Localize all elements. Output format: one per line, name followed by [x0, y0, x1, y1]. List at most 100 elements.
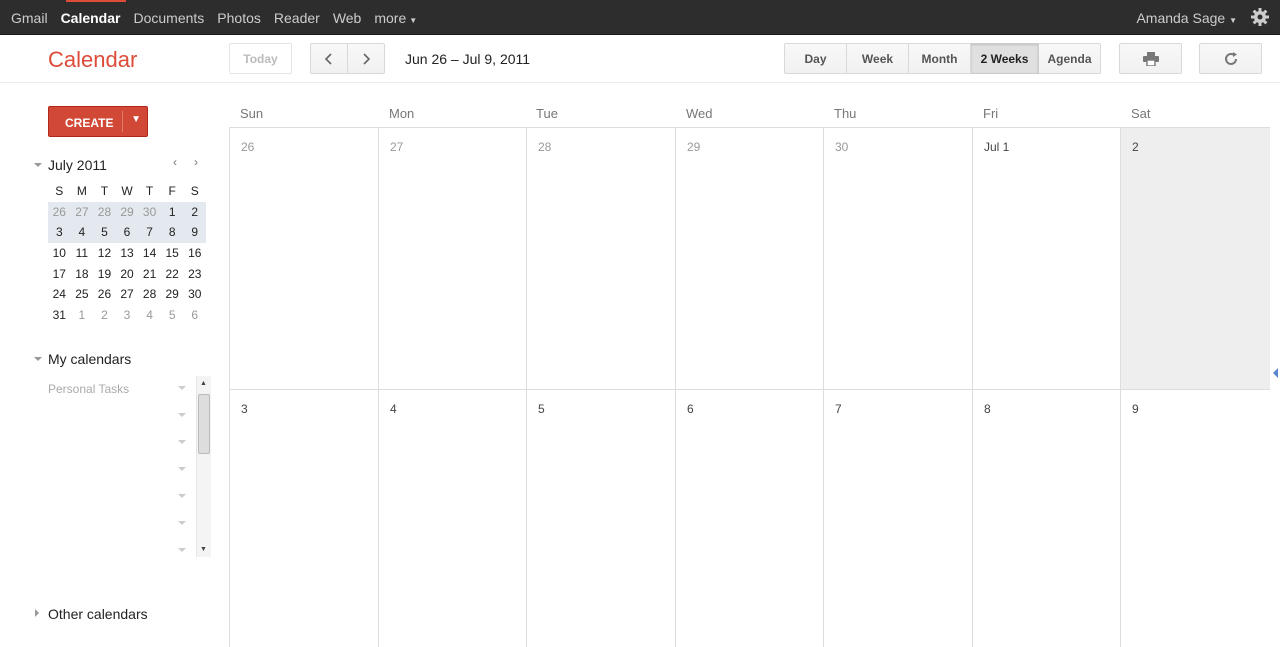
dropdown-arrow-icon[interactable]	[178, 440, 186, 444]
day-number[interactable]: 6	[687, 402, 694, 416]
nav-calendar[interactable]: Calendar	[61, 10, 121, 26]
refresh-button[interactable]	[1199, 43, 1262, 74]
mini-calendar-day[interactable]: 14	[138, 243, 161, 264]
mini-calendar-day[interactable]: 23	[183, 264, 206, 285]
mini-calendar-day[interactable]: 15	[161, 243, 184, 264]
mini-calendar-day[interactable]: 25	[71, 284, 94, 305]
mini-calendar-day[interactable]: 30	[183, 284, 206, 305]
mini-calendar-day[interactable]: 2	[93, 305, 116, 326]
chevron-right-icon[interactable]: ›	[194, 155, 198, 169]
caret-down-icon[interactable]: ▼	[131, 114, 141, 125]
nav-web[interactable]: Web	[333, 10, 362, 26]
mini-calendar-day[interactable]: 6	[183, 305, 206, 326]
grid-frame[interactable]	[229, 127, 1270, 647]
mini-calendar-day[interactable]: 26	[48, 202, 71, 223]
side-panel-toggle-icon[interactable]	[1273, 368, 1278, 378]
dropdown-arrow-icon[interactable]	[178, 386, 186, 390]
dropdown-arrow-icon[interactable]	[178, 467, 186, 471]
mini-calendar-day[interactable]: 31	[48, 305, 71, 326]
day-number[interactable]: Jul 1	[984, 140, 1009, 154]
mini-calendar-day[interactable]: 18	[71, 264, 94, 285]
mini-calendar-day[interactable]: 22	[161, 264, 184, 285]
dropdown-arrow-icon[interactable]	[178, 494, 186, 498]
mini-calendar-day[interactable]: 10	[48, 243, 71, 264]
nav-gmail[interactable]: Gmail	[11, 10, 48, 26]
mini-calendar-day[interactable]: 12	[93, 243, 116, 264]
day-number[interactable]: 7	[835, 402, 842, 416]
collapse-triangle-icon[interactable]	[34, 357, 42, 361]
user-menu[interactable]: Amanda Sage ▼	[1136, 10, 1237, 26]
mini-calendar-day[interactable]: 21	[138, 264, 161, 285]
other-calendars-title[interactable]: Other calendars	[48, 606, 148, 622]
previous-period-button[interactable]	[310, 43, 348, 74]
mini-calendar-day[interactable]: 5	[161, 305, 184, 326]
my-calendars-title[interactable]: My calendars	[48, 351, 131, 367]
mini-calendar-day[interactable]: 11	[71, 243, 94, 264]
mini-calendar-day[interactable]: 6	[116, 222, 139, 243]
day-number[interactable]: 30	[835, 140, 848, 154]
day-number[interactable]: 3	[241, 402, 248, 416]
mini-calendar-day[interactable]: 1	[71, 305, 94, 326]
mini-calendar-day[interactable]: 4	[138, 305, 161, 326]
mini-calendar-day[interactable]: 4	[71, 222, 94, 243]
calendar-list-scrollbar[interactable]: ▲ ▼	[196, 376, 211, 557]
dropdown-arrow-icon[interactable]	[178, 413, 186, 417]
mini-calendar-day[interactable]: 29	[161, 284, 184, 305]
day-number[interactable]: 2	[1132, 140, 1139, 154]
mini-calendar-day[interactable]: 17	[48, 264, 71, 285]
user-name-label: Amanda Sage	[1136, 10, 1226, 26]
scroll-down-arrow-icon[interactable]: ▼	[200, 546, 207, 553]
mini-calendar-day[interactable]: 28	[138, 284, 161, 305]
dropdown-arrow-icon[interactable]	[178, 548, 186, 552]
gear-icon[interactable]	[1250, 7, 1270, 27]
view-2weeks-button[interactable]: 2 Weeks	[971, 43, 1039, 74]
day-number[interactable]: 27	[390, 140, 403, 154]
nav-documents[interactable]: Documents	[133, 10, 204, 26]
scroll-up-arrow-icon[interactable]: ▲	[200, 380, 207, 387]
next-period-button[interactable]	[347, 43, 385, 74]
nav-reader[interactable]: Reader	[274, 10, 320, 26]
mini-calendar-day[interactable]: 29	[116, 202, 139, 223]
mini-calendar-day[interactable]: 20	[116, 264, 139, 285]
create-event-button[interactable]: CREATE ▼	[48, 106, 148, 137]
nav-photos[interactable]: Photos	[217, 10, 261, 26]
mini-calendar-day[interactable]: 26	[93, 284, 116, 305]
view-day-button[interactable]: Day	[784, 43, 847, 74]
mini-calendar-day[interactable]: 19	[93, 264, 116, 285]
view-week-button[interactable]: Week	[847, 43, 909, 74]
calendar-item-personal-tasks[interactable]: Personal Tasks	[48, 382, 129, 396]
nav-more[interactable]: more ▼	[374, 10, 417, 26]
day-number[interactable]: 29	[687, 140, 700, 154]
mini-calendar-day[interactable]: 27	[71, 202, 94, 223]
mini-calendar-day[interactable]: 1	[161, 202, 184, 223]
today-button[interactable]: Today	[229, 43, 292, 74]
mini-calendar-day[interactable]: 3	[116, 305, 139, 326]
print-button[interactable]	[1119, 43, 1182, 74]
view-agenda-button[interactable]: Agenda	[1039, 43, 1101, 74]
collapse-triangle-icon[interactable]	[34, 163, 42, 167]
chevron-left-icon[interactable]: ‹	[173, 155, 177, 169]
day-number[interactable]: 4	[390, 402, 397, 416]
expand-triangle-icon[interactable]	[35, 609, 39, 617]
mini-calendar-day[interactable]: 9	[183, 222, 206, 243]
day-number[interactable]: 5	[538, 402, 545, 416]
mini-calendar-day[interactable]: 5	[93, 222, 116, 243]
mini-calendar-day[interactable]: 2	[183, 202, 206, 223]
mini-calendar-day[interactable]: 27	[116, 284, 139, 305]
mini-calendar-day[interactable]: 13	[116, 243, 139, 264]
day-number[interactable]: 28	[538, 140, 551, 154]
dropdown-arrow-icon[interactable]	[178, 521, 186, 525]
view-month-button[interactable]: Month	[909, 43, 971, 74]
day-number[interactable]: 9	[1132, 402, 1139, 416]
mini-calendar-day[interactable]: 7	[138, 222, 161, 243]
scrollbar-thumb[interactable]	[198, 394, 210, 454]
mini-calendar-day[interactable]: 3	[48, 222, 71, 243]
day-number[interactable]: 26	[241, 140, 254, 154]
mini-calendar-day[interactable]: 16	[183, 243, 206, 264]
mini-calendar-day[interactable]: 30	[138, 202, 161, 223]
mini-calendar-day[interactable]: 28	[93, 202, 116, 223]
app-title[interactable]: Calendar	[48, 47, 137, 73]
mini-calendar-day[interactable]: 24	[48, 284, 71, 305]
day-number[interactable]: 8	[984, 402, 991, 416]
mini-calendar-day[interactable]: 8	[161, 222, 184, 243]
